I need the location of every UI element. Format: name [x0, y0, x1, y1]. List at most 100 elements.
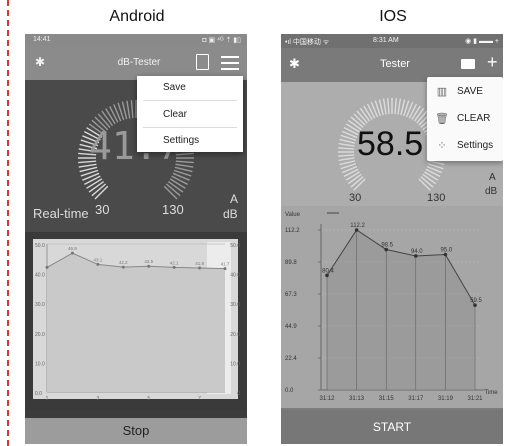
scale-max-label: 130 [162, 202, 184, 217]
y-tick-right: 40.0 [230, 273, 240, 279]
data-label: 98.5 [381, 243, 393, 249]
y-tick-left: 0.0 [35, 391, 42, 397]
data-label: 41.9 [195, 261, 204, 266]
gauge-tick [424, 171, 439, 181]
data-label: 42.2 [119, 260, 128, 265]
data-point [147, 264, 151, 268]
gauge-tick [382, 98, 387, 115]
y-tick-right: 10.0 [230, 361, 240, 367]
decibel-value: 58.5 [357, 125, 424, 163]
ios-chart: Value 0.0 22.4 44.9 67.3 89.8 112.2 Time 80.4 31:… [281, 206, 503, 408]
unit-a-label: A [489, 172, 496, 183]
y-tick-right: 30.0 [230, 302, 240, 308]
data-point [70, 251, 74, 255]
status-time: 8:31 AM [373, 37, 399, 44]
unit-db-label: dB [223, 207, 238, 221]
data-point [198, 266, 202, 270]
ios-status-bar: •ıl 中国移动 ᯤ 8:31 AM ◉ ▮ ▬▬ + [281, 34, 503, 48]
data-label: 112.2 [350, 223, 365, 229]
unit-db-label: dB [485, 186, 498, 197]
scale-min-label: 30 [349, 192, 362, 204]
data-label: 94.0 [411, 249, 423, 255]
menu-item-clear[interactable]: CLEAR [457, 113, 490, 124]
x-tick: 1 [46, 396, 49, 402]
android-chart: 0.0 0 10.0 10.0 20.0 20.0 30.0 30.0 40.0 40.0 50.0… [25, 232, 247, 410]
unit-a-label: A [230, 192, 239, 206]
add-icon[interactable]: + [487, 52, 498, 73]
y-tick: 89.8 [285, 260, 297, 266]
gauge-tick [394, 98, 397, 115]
data-point [121, 265, 125, 269]
y-tick: 67.3 [285, 292, 297, 298]
start-button[interactable]: START [281, 410, 503, 444]
y-tick-left: 10.0 [35, 361, 45, 367]
y-tick-left: 40.0 [35, 273, 45, 279]
bluetooth-icon[interactable]: ✱ [289, 56, 300, 72]
y-tick-left: 30.0 [35, 302, 45, 308]
gauge-tick [363, 105, 373, 120]
x-tick: 31:15 [379, 396, 395, 402]
x-tick: 31:13 [349, 396, 365, 402]
x-tick: 3 [96, 396, 99, 402]
x-tick: 5 [147, 396, 150, 402]
folder-icon[interactable] [461, 59, 475, 69]
data-label: 42.5 [144, 259, 153, 264]
gauge-tick [84, 175, 101, 185]
data-point [45, 265, 49, 269]
x-tick: 7 [198, 396, 201, 402]
menu-item-save[interactable]: Save [163, 82, 243, 93]
status-time: 14:41 [33, 36, 51, 43]
gauge-tick [387, 98, 390, 115]
data-label: 43.1 [93, 257, 102, 262]
status-icons: ◘ ▣ ⁴ᴳ ⇡ ▮▯ [202, 37, 241, 44]
y-tick: 112.2 [285, 228, 300, 234]
series-area [47, 253, 225, 392]
gauge-tick [126, 100, 131, 119]
gauge-tick [130, 100, 134, 119]
gauge-tick [338, 147, 355, 150]
gauge-tick [109, 106, 119, 123]
gauge-tick [397, 98, 402, 115]
ios-popover-menu: ▥ SAVE 🗑 CLEAR ⁘ Settings [427, 77, 503, 161]
app-title: dB-Tester [117, 57, 161, 68]
scale-max-label: 130 [427, 192, 446, 204]
dashed-divider [7, 0, 9, 446]
data-label: 41.7 [221, 262, 230, 267]
y-tick-right: 0 [237, 391, 240, 397]
bluetooth-icon[interactable]: ✱ [35, 55, 45, 69]
x-tick: 31:12 [319, 396, 335, 402]
menu-item-settings[interactable]: Settings [457, 140, 493, 151]
file-icon[interactable] [196, 54, 209, 70]
android-app-bar: ✱ dB-Tester [25, 46, 247, 80]
x-tick: 31:21 [467, 396, 483, 402]
gauge-tick [411, 105, 421, 120]
data-label: 59.5 [470, 298, 482, 304]
y-tick-right: 50.0 [230, 243, 240, 249]
menu-item-clear[interactable]: Clear [163, 109, 243, 120]
y-tick-left: 20.0 [35, 332, 45, 338]
gauge-tick [345, 171, 360, 181]
save-icon: ▥ [436, 86, 448, 98]
ios-area-chart: Value 0.0 22.4 44.9 67.3 89.8 112.2 Time 80.4 31:… [285, 212, 498, 402]
y-tick: 22.4 [285, 356, 297, 362]
gauge-tick [338, 154, 355, 157]
data-label: 80.4 [322, 268, 334, 274]
settings-icon: ⁘ [437, 140, 447, 152]
stop-button[interactable]: Stop [25, 418, 247, 444]
series-area [327, 230, 475, 390]
android-heading: Android [109, 8, 165, 25]
trash-icon: 🗑 [435, 113, 449, 125]
y-tick-left: 50.0 [35, 243, 45, 249]
data-point [223, 267, 227, 271]
x-tick: 31:19 [438, 396, 454, 402]
status-carrier: •ıl 中国移动 ᯤ [285, 39, 330, 46]
gauge-tick [171, 175, 188, 185]
nav-title: Tester [380, 58, 410, 70]
android-line-chart: 0.0 0 10.0 10.0 20.0 20.0 30.0 30.0 40.0 40.0 50.0… [33, 239, 240, 402]
android-overflow-menu: Save Clear Settings [137, 76, 243, 152]
scale-min-label: 30 [95, 202, 110, 217]
menu-item-save[interactable]: SAVE [457, 86, 483, 97]
menu-item-settings[interactable]: Settings [163, 135, 243, 146]
gauge-tick [338, 157, 355, 162]
data-point [96, 262, 100, 266]
